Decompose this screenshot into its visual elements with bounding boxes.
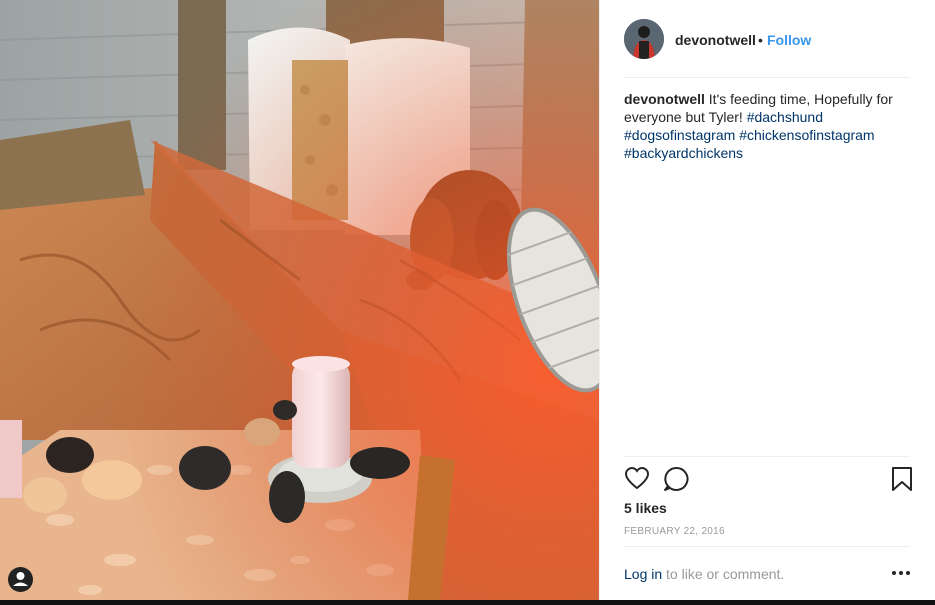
actions-divider: [624, 456, 910, 457]
like-button[interactable]: [624, 466, 650, 492]
post-header: devonotwell • Follow: [600, 0, 935, 78]
header-divider: [624, 77, 910, 78]
bookmark-icon: [892, 467, 912, 491]
post-actions: [600, 462, 935, 498]
follow-button[interactable]: Follow: [767, 32, 811, 48]
login-link[interactable]: Log in: [624, 566, 662, 582]
post-photo: [0, 0, 599, 600]
save-button[interactable]: [889, 466, 915, 492]
login-prompt: Log in to like or comment.: [624, 566, 784, 582]
comment-button[interactable]: [663, 466, 689, 492]
user-tag-icon[interactable]: [8, 567, 33, 592]
hashtag-link[interactable]: #dachshund: [747, 109, 823, 125]
likes-count[interactable]: 5 likes: [624, 500, 667, 516]
hashtag-link[interactable]: #chickensofinstagram: [739, 127, 874, 143]
more-options-icon[interactable]: [890, 566, 912, 580]
avatar[interactable]: [624, 19, 664, 59]
hashtag-link[interactable]: #backyardchickens: [624, 145, 743, 161]
header-username[interactable]: devonotwell: [675, 32, 756, 48]
more-options-dots: [892, 571, 910, 575]
hashtag-link[interactable]: #dogsofinstagram: [624, 127, 735, 143]
post-photo-illustration: [0, 0, 599, 600]
user-tag-glyph: [13, 572, 28, 586]
comment-icon: [664, 466, 689, 491]
caption-username[interactable]: devonotwell: [624, 91, 705, 107]
bottom-strip: [0, 600, 935, 605]
avatar-image: [624, 19, 664, 59]
login-divider: [624, 546, 910, 547]
header-separator: •: [758, 32, 763, 48]
post-date[interactable]: FEBRUARY 22, 2016: [624, 526, 725, 537]
post-side-panel: devonotwell • Follow devonotwell It's fe…: [599, 0, 935, 600]
post-caption: devonotwell It's feeding time, Hopefully…: [624, 90, 914, 162]
heart-icon: [624, 466, 650, 490]
login-prompt-text: to like or comment.: [666, 566, 785, 582]
